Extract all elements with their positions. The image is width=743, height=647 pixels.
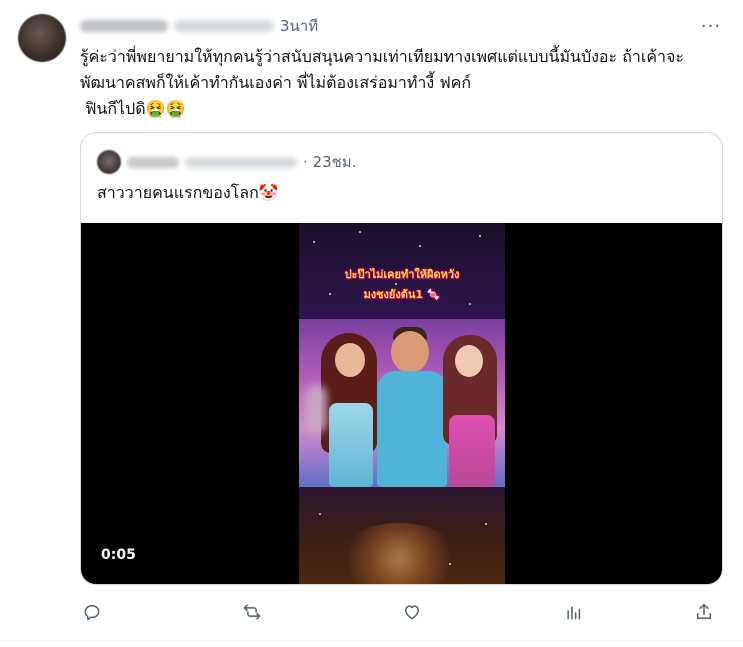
video-scene	[299, 319, 505, 487]
quoted-author-name-blurred	[127, 156, 179, 168]
tweet-header: 3นาที	[80, 16, 318, 36]
share-button[interactable]	[692, 600, 716, 624]
author-name-blurred[interactable]	[80, 20, 168, 32]
quoted-tweet[interactable]: · 23ชม. สาววายคนแรกของโลก🤡 ปะป๊าไม่เคยทำ…	[80, 132, 723, 585]
more-icon: ···	[700, 15, 722, 37]
tweet-text: รู้ค่ะว่าพี่พยายามให้ทุกคนรู้ว่าสนับสนุน…	[80, 47, 684, 118]
divider	[0, 640, 743, 641]
share-icon	[697, 603, 711, 619]
author-handle-blurred[interactable]	[174, 20, 274, 32]
more-options-button[interactable]: ···	[699, 15, 723, 37]
tweet-time[interactable]: 3นาที	[280, 14, 318, 38]
views-button[interactable]	[562, 600, 586, 624]
quoted-avatar	[97, 150, 121, 174]
video-player[interactable]: ปะป๊าไม่เคยทำให้ผิดหวัง มงชงยังต้น1 🍬 0:	[81, 223, 722, 584]
retweet-button[interactable]	[240, 600, 264, 624]
quoted-author-handle-blurred	[185, 156, 297, 168]
reply-icon	[84, 605, 100, 621]
quoted-tweet-text: สาววายคนแรกของโลก🤡	[97, 183, 279, 202]
video-frame: ปะป๊าไม่เคยทำให้ผิดหวัง มงชงยังต้น1 🍬	[299, 223, 505, 584]
tweet[interactable]: 3นาที ··· รู้ค่ะว่าพี่พยายามให้ทุกคนรู้ว…	[0, 0, 743, 647]
video-caption-line2: มงชงยังต้น1 🍬	[363, 288, 441, 301]
heart-icon	[405, 605, 419, 620]
video-duration: 0:05	[101, 547, 136, 563]
like-button[interactable]	[400, 600, 424, 624]
views-icon	[567, 606, 581, 620]
quoted-tweet-time: · 23ชม.	[303, 153, 357, 171]
avatar[interactable]	[18, 14, 66, 62]
tweet-actions	[80, 596, 723, 628]
retweet-icon	[243, 604, 261, 620]
reply-button[interactable]	[80, 600, 104, 624]
video-caption-line1: ปะป๊าไม่เคยทำให้ผิดหวัง	[344, 268, 460, 281]
quoted-tweet-header: · 23ชม.	[97, 150, 357, 174]
